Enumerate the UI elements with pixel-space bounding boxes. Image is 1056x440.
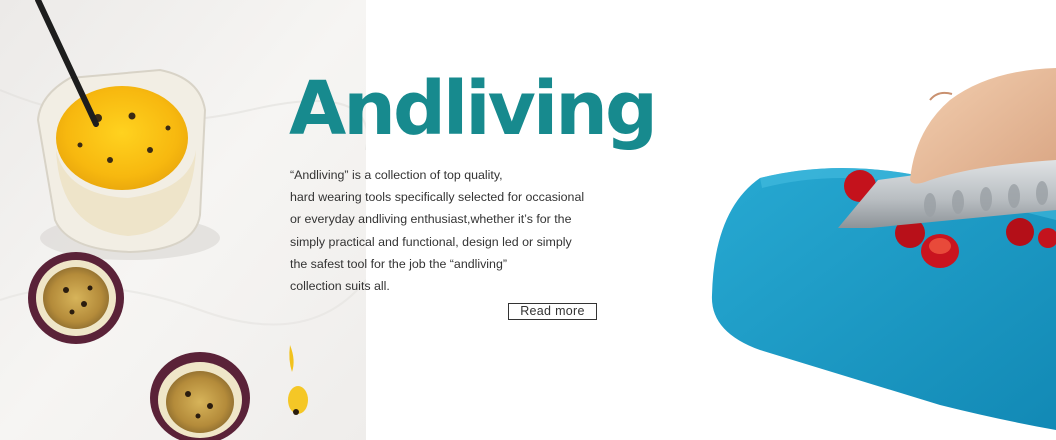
brand-description: “Andliving” is a collection of top quali… bbox=[290, 164, 610, 297]
description-line: simply practical and functional, design … bbox=[290, 234, 572, 249]
description-line: hard wearing tools specifically selected… bbox=[290, 190, 585, 205]
description-line: “Andliving” is a collection of top quali… bbox=[290, 168, 503, 182]
brand-logo: Andliving bbox=[289, 66, 658, 152]
description-line: or everyday andliving enthusiast,whether… bbox=[290, 212, 572, 227]
knife-cutting-board-image bbox=[700, 60, 1056, 440]
read-more-button[interactable]: Read more bbox=[508, 303, 597, 320]
description-line: collection suits all. bbox=[290, 279, 390, 294]
description-line: the safest tool for the job the “andlivi… bbox=[290, 256, 507, 271]
hero-banner: Andliving “Andliving” is a collection of… bbox=[0, 0, 1056, 440]
